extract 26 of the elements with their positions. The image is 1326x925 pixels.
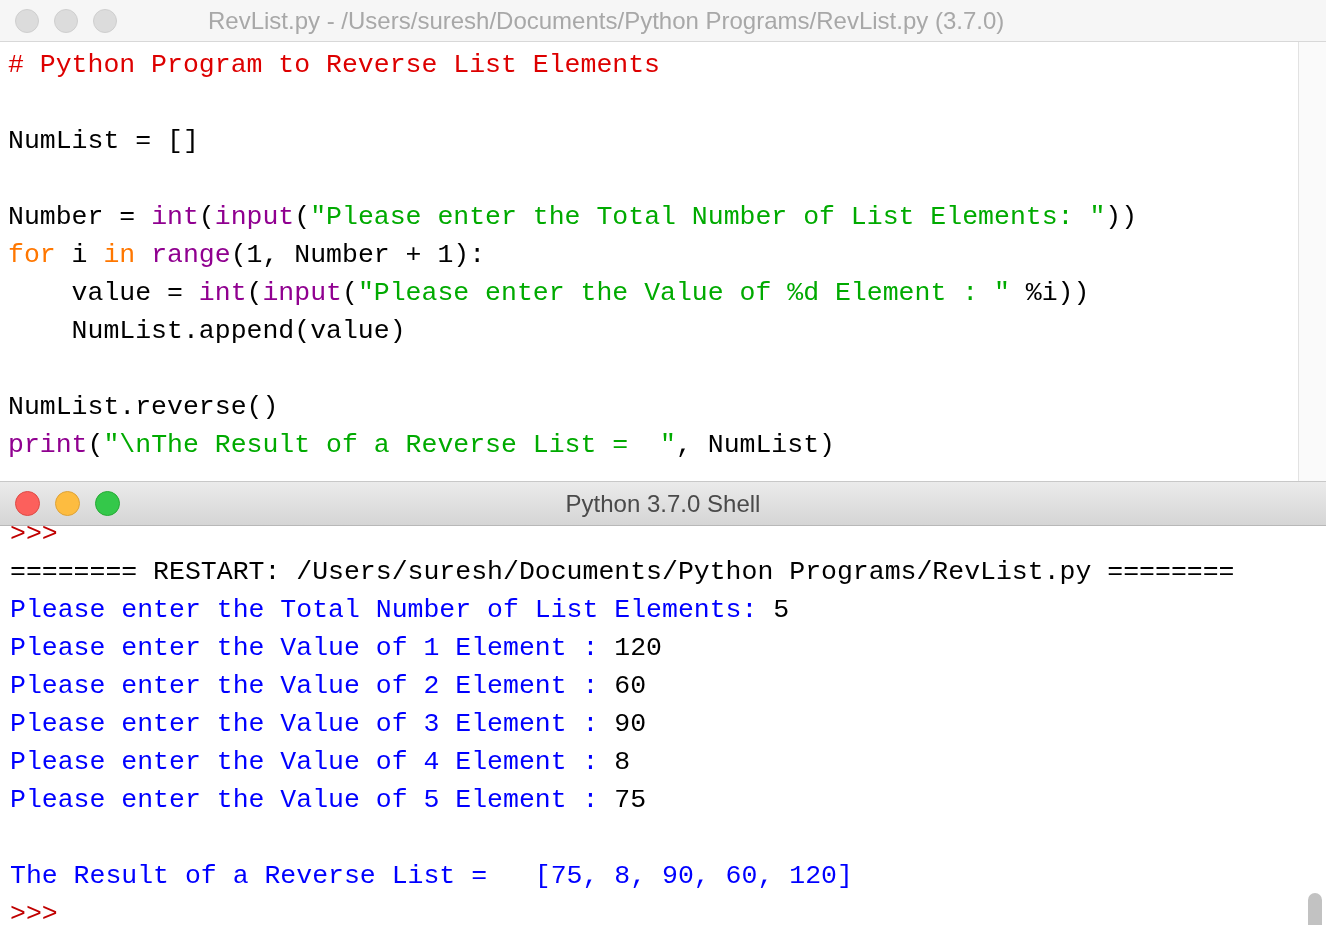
code-line: Please enter the Value of 1 Element : 120	[10, 632, 663, 665]
code-line: ======== RESTART: /Users/suresh/Documents/Python Programs/RevList.py ========	[10, 556, 1235, 589]
zoom-button[interactable]	[95, 491, 120, 516]
code-line: Number = int(input("Please enter the Total Number of List Elements: "))	[8, 201, 1138, 234]
code-line: NumList.reverse()	[8, 391, 279, 424]
minimize-button[interactable]	[55, 491, 80, 516]
window-title: RevList.py - /Users/suresh/Documents/Python Programs/RevList.py (3.7.0)	[208, 5, 1005, 36]
code-line: Please enter the Value of 2 Element : 60	[10, 670, 647, 703]
scrollbar-thumb[interactable]	[1308, 893, 1322, 925]
code-line: NumList = []	[8, 125, 199, 158]
code-line: value = int(input("Please enter the Value of %d Element : " %i))	[70, 277, 1090, 310]
code-line: Please enter the Value of 3 Element : 90	[10, 708, 647, 741]
code-line: Please enter the Total Number of List Elements: 5	[10, 594, 790, 627]
zoom-button[interactable]	[93, 8, 117, 33]
minimize-button[interactable]	[54, 8, 78, 33]
window-title: Python 3.7.0 Shell	[565, 488, 761, 519]
code-line: The Result of a Reverse List = [75, 8, 90, 60, 120]	[10, 860, 853, 893]
code-line: for i in range(1, Number + 1):	[8, 239, 486, 272]
code-line: # Python Program to Reverse List Elements	[8, 49, 660, 82]
code-line: >>>	[10, 898, 58, 925]
code-line: Please enter the Value of 4 Element : 8	[10, 746, 631, 779]
code-line: print("\nThe Result of a Reverse List = ", NumList)	[8, 429, 835, 462]
close-button[interactable]	[15, 491, 40, 516]
code-line: Please enter the Value of 5 Element : 75	[10, 784, 647, 817]
code-line: NumList.append(value)	[70, 315, 406, 348]
code-line: >>>	[10, 526, 58, 551]
